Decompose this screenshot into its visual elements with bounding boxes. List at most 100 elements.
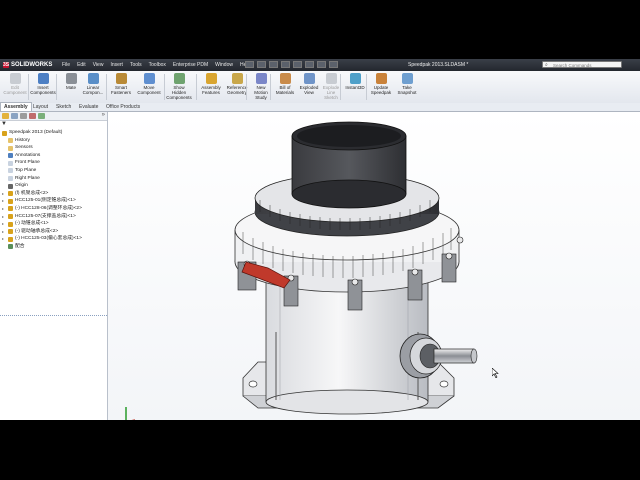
linear-pattern-button[interactable]: Linear Compon... bbox=[80, 73, 106, 95]
ribbon-separator bbox=[340, 74, 341, 100]
move-component-button[interactable]: Move Component bbox=[136, 73, 162, 95]
undo-icon[interactable] bbox=[293, 61, 302, 68]
tree-node[interactable]: Right Plane bbox=[0, 175, 107, 183]
menu-window[interactable]: Window bbox=[215, 62, 233, 68]
edit-component-button[interactable]: Edit Component bbox=[2, 73, 28, 95]
menu-edit[interactable]: Edit bbox=[77, 62, 86, 68]
ribbon-button-label: Bill of Materials bbox=[275, 85, 295, 95]
expand-chevron-icon[interactable]: » bbox=[102, 112, 105, 118]
menu-insert[interactable]: Insert bbox=[110, 62, 123, 68]
insert-components-button[interactable]: Insert Components bbox=[30, 73, 56, 95]
tab-assembly[interactable]: Assembly bbox=[0, 102, 32, 111]
ribbon-separator bbox=[56, 74, 57, 100]
tree-node[interactable]: ▸ HCC125-07(支撑盖总成)<1> bbox=[0, 213, 107, 221]
expand-toggle-icon[interactable]: ▸ bbox=[2, 235, 4, 243]
new-icon[interactable] bbox=[245, 61, 254, 68]
tree-node-label: Annotations bbox=[15, 152, 41, 158]
show-hidden-button[interactable]: Show Hidden Components bbox=[166, 73, 192, 100]
subassembly-icon bbox=[8, 221, 13, 227]
tree-node[interactable]: Top Plane bbox=[0, 167, 107, 175]
tree-node[interactable]: ▸ (f) 机架总成<2> bbox=[0, 190, 107, 198]
instant3d-button[interactable]: Instant3D bbox=[342, 73, 368, 90]
ribbon-button-label: Take Snapshot bbox=[397, 85, 417, 95]
ds-logo-icon: 3S bbox=[2, 62, 10, 68]
ribbon-button-label: Show Hidden Components bbox=[166, 85, 192, 100]
tree-node[interactable]: ▸ (-) 驱动轴承总成<2> bbox=[0, 228, 107, 236]
expand-toggle-icon[interactable]: ▸ bbox=[2, 205, 4, 213]
tab-sketch[interactable]: Sketch bbox=[53, 103, 74, 111]
assembly-features-button[interactable]: Assembly Features bbox=[198, 73, 224, 95]
speedpak-button[interactable]: Update Speedpak bbox=[368, 73, 394, 95]
tree-node[interactable]: ▸ HCC125-01(侧定锥总成)<1> bbox=[0, 197, 107, 205]
solidworks-logo[interactable]: 3S SOLIDWORKS bbox=[3, 61, 52, 69]
ribbon-separator bbox=[270, 74, 271, 100]
menu-view[interactable]: View bbox=[93, 62, 104, 68]
tree-node[interactable]: Speedpak 2013 (Default) bbox=[0, 129, 107, 137]
tree-node-label: Front Plane bbox=[15, 160, 40, 166]
tree-node[interactable]: Front Plane bbox=[0, 159, 107, 167]
tab-evaluate[interactable]: Evaluate bbox=[76, 103, 101, 111]
ribbon-button-label: Instant3D bbox=[345, 85, 365, 90]
smart-fasteners-button[interactable]: Smart Fasteners bbox=[108, 73, 134, 95]
expand-toggle-icon[interactable]: ▸ bbox=[2, 190, 4, 198]
print-icon[interactable] bbox=[281, 61, 290, 68]
bom-button[interactable]: Bill of Materials bbox=[272, 73, 298, 95]
subassembly-icon bbox=[8, 236, 13, 242]
ribbon-button-label: Move Component bbox=[137, 85, 161, 95]
save-icon[interactable] bbox=[269, 61, 278, 68]
snapshot-button[interactable]: Take Snapshot bbox=[394, 73, 420, 95]
tree-node[interactable]: Origin bbox=[0, 182, 107, 190]
tree-node[interactable]: ▸ (-) 动锥总成<1> bbox=[0, 220, 107, 228]
search-placeholder: Search Commands bbox=[553, 63, 592, 68]
graphics-area[interactable] bbox=[108, 112, 640, 420]
menu-bar: File Edit View Insert Tools Toolbox Enterprise… bbox=[62, 62, 250, 68]
search-icon: ⌕ bbox=[545, 62, 548, 68]
feature-manager-tabs: » bbox=[0, 112, 107, 121]
tree-node-label: History bbox=[15, 137, 30, 143]
tree-node[interactable]: Annotations bbox=[0, 152, 107, 160]
menu-enterprise-pdm[interactable]: Enterprise PDM bbox=[173, 62, 208, 68]
menu-file[interactable]: File bbox=[62, 62, 70, 68]
menu-tools[interactable]: Tools bbox=[130, 62, 142, 68]
tree-node[interactable]: ▸ (-) HCC125-03(偏心套总成)<1> bbox=[0, 235, 107, 243]
tree-node-label: Right Plane bbox=[15, 175, 40, 181]
subassembly-icon bbox=[8, 191, 13, 197]
insert-components-icon bbox=[37, 73, 49, 84]
tab-office-products[interactable]: Office Products bbox=[103, 103, 143, 111]
ribbon-separator bbox=[246, 74, 247, 100]
display-manager-tab-icon[interactable] bbox=[38, 113, 45, 119]
document-title: Speedpak 2013.SLDASM * bbox=[408, 62, 469, 68]
tree-node[interactable]: ▸ (-) HCC128-06(调整环总成)<2> bbox=[0, 205, 107, 213]
ribbon-button-label: Smart Fasteners bbox=[110, 85, 131, 95]
tree-node-label: Sensors bbox=[15, 145, 33, 151]
tree-node[interactable]: 配合 bbox=[0, 243, 107, 251]
linear-pattern-icon bbox=[87, 73, 99, 84]
select-icon[interactable] bbox=[305, 61, 314, 68]
expand-toggle-icon[interactable]: ▸ bbox=[2, 197, 4, 205]
ribbon-button-label: Edit Component bbox=[3, 85, 27, 95]
feature-tree-tab-icon[interactable] bbox=[2, 113, 9, 119]
open-icon[interactable] bbox=[257, 61, 266, 68]
menu-toolbox[interactable]: Toolbox bbox=[149, 62, 166, 68]
rollback-bar[interactable] bbox=[0, 315, 107, 316]
rebuild-icon[interactable] bbox=[317, 61, 326, 68]
property-manager-tab-icon[interactable] bbox=[11, 113, 18, 119]
ribbon-separator bbox=[366, 74, 367, 100]
configuration-manager-tab-icon[interactable] bbox=[20, 113, 27, 119]
search-commands-input[interactable]: ⌕ Search Commands bbox=[542, 61, 622, 68]
mouse-cursor-icon bbox=[492, 368, 499, 378]
tree-node[interactable]: History bbox=[0, 137, 107, 145]
reference-geometry-icon bbox=[231, 73, 243, 84]
expand-toggle-icon[interactable]: ▸ bbox=[2, 213, 4, 221]
tree-node-label: (-) HCC125-03(偏心套总成)<1> bbox=[15, 236, 82, 242]
tree-node[interactable]: Sensors bbox=[0, 144, 107, 152]
dimxpert-tab-icon[interactable] bbox=[29, 113, 36, 119]
expand-toggle-icon[interactable]: ▸ bbox=[2, 228, 4, 236]
expand-toggle-icon[interactable]: ▸ bbox=[2, 220, 4, 228]
tab-layout[interactable]: Layout bbox=[30, 103, 51, 111]
sensors-folder-icon bbox=[8, 145, 13, 151]
origin-icon bbox=[8, 183, 13, 189]
speedpak-icon bbox=[375, 73, 387, 84]
filter-icon[interactable]: ▼ bbox=[1, 121, 7, 127]
options-icon[interactable] bbox=[329, 61, 338, 68]
